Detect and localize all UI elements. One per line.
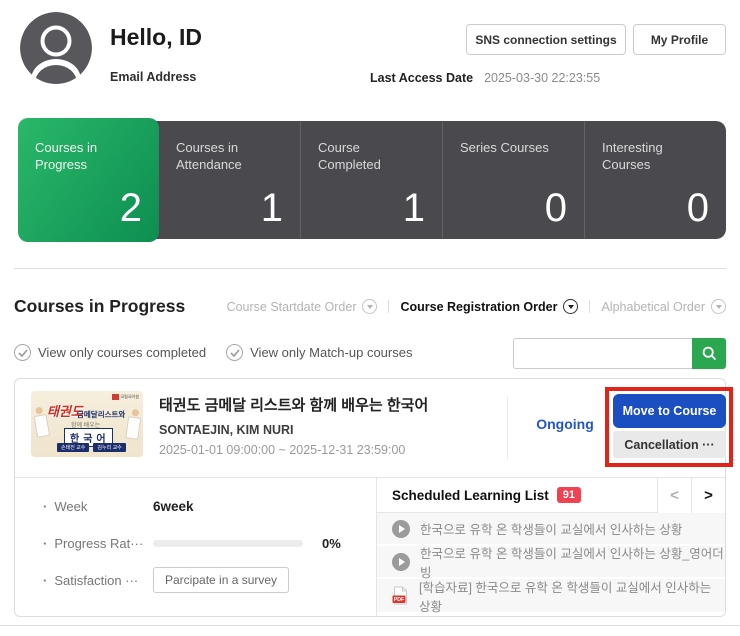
scheduled-learning-header: Scheduled Learning List 91 < > bbox=[377, 477, 725, 513]
check-circle-icon bbox=[226, 344, 244, 361]
stat-courses-in-attendance[interactable]: Courses in Attendance 1 bbox=[159, 121, 300, 239]
sort-alphabetical-order[interactable]: Alphabetical Order bbox=[601, 299, 726, 314]
filter-completed-checkbox[interactable]: View only courses completed bbox=[14, 344, 206, 361]
course-status-badge: Ongoing bbox=[536, 416, 594, 432]
schedule-item[interactable]: PDF [학습자료] 한국으로 유학 온 학생들이 교실에서 인사하는 상황 bbox=[377, 579, 725, 614]
page-bottom-divider bbox=[0, 625, 740, 626]
satisfaction-row: Satisfaction ··· Parcipate in a survey bbox=[43, 567, 376, 593]
count-badge: 91 bbox=[556, 487, 582, 503]
sns-settings-button[interactable]: SNS connection settings bbox=[466, 24, 626, 55]
play-icon bbox=[392, 519, 410, 538]
sort-startdate-order[interactable]: Course Startdate Order bbox=[227, 299, 378, 314]
cancellation-button[interactable]: Cancellation ··· bbox=[613, 431, 726, 458]
my-page: Hello, ID Email Address SNS connection s… bbox=[0, 0, 740, 636]
filter-row: View only courses completed View only Ma… bbox=[14, 344, 412, 361]
user-silhouette-icon bbox=[20, 12, 92, 84]
progress-row: Progress Rat··· 0% bbox=[43, 531, 376, 555]
prev-page-button[interactable]: < bbox=[657, 477, 691, 513]
stat-value: 0 bbox=[544, 186, 567, 230]
next-page-button[interactable]: > bbox=[691, 477, 725, 513]
week-value: 6week bbox=[153, 498, 194, 514]
stats-bar: Courses in Progress 2 Courses in Attenda… bbox=[18, 118, 726, 242]
last-access-value: 2025-03-30 22:23:55 bbox=[484, 71, 601, 85]
stat-courses-in-progress[interactable]: Courses in Progress 2 bbox=[18, 118, 159, 242]
stat-value: 1 bbox=[402, 186, 425, 230]
progress-percent: 0% bbox=[322, 535, 341, 551]
play-icon bbox=[392, 552, 410, 571]
course-detail-panel: Week 6week Progress Rat··· 0% Satisfacti… bbox=[15, 478, 376, 616]
stat-value: 2 bbox=[119, 186, 142, 230]
search-icon bbox=[702, 346, 716, 361]
sort-separator bbox=[388, 300, 390, 313]
search-input[interactable] bbox=[513, 338, 692, 369]
last-access-label: Last Access Date bbox=[370, 71, 474, 85]
schedule-item[interactable]: 한국으로 유학 온 학생들이 교실에서 인사하는 상황 bbox=[377, 513, 725, 546]
thumbnail-logo: 국립국어원 bbox=[111, 394, 139, 400]
filter-matchup-checkbox[interactable]: View only Match-up courses bbox=[226, 344, 412, 361]
stat-value: 1 bbox=[260, 186, 283, 230]
chevron-down-icon bbox=[563, 299, 579, 314]
stat-value: 0 bbox=[686, 186, 709, 230]
avatar bbox=[20, 12, 92, 84]
schedule-pagination: < > bbox=[657, 477, 725, 513]
last-access: Last Access Date 2025-03-30 22:23:55 bbox=[370, 71, 600, 85]
course-instructors: SONTAEJIN, KIM NURI bbox=[159, 423, 294, 437]
check-circle-icon bbox=[14, 344, 31, 361]
email-address: Email Address bbox=[110, 70, 197, 84]
scheduled-learning-title: Scheduled Learning List bbox=[392, 487, 549, 503]
schedule-item[interactable]: 한국으로 유학 온 학생들이 교실에서 인사하는 상황_영어더빙 bbox=[377, 546, 725, 580]
sort-options: Course Startdate Order Course Registrati… bbox=[227, 299, 726, 314]
svg-text:PDF: PDF bbox=[394, 597, 404, 603]
stat-course-completed[interactable]: Course Completed 1 bbox=[300, 121, 442, 239]
week-row: Week 6week bbox=[43, 494, 376, 518]
survey-button[interactable]: Parcipate in a survey bbox=[153, 567, 290, 593]
pdf-icon: PDF bbox=[392, 586, 407, 605]
course-search bbox=[513, 338, 726, 369]
course-period: 2025-01-01 09:00:00 ~ 2025-12-31 23:59:0… bbox=[159, 443, 406, 457]
section-divider bbox=[14, 268, 726, 269]
course-title[interactable]: 태권도 금메달 리스트와 함께 배우는 한국어 bbox=[159, 394, 428, 415]
move-to-course-button[interactable]: Move to Course bbox=[613, 394, 726, 428]
course-thumbnail[interactable]: 국립국어원 태권도 금메달리스트와 함께 배우는 한국어 손태진 교수 김누리 … bbox=[31, 391, 143, 457]
search-button[interactable] bbox=[692, 338, 726, 369]
my-profile-button[interactable]: My Profile bbox=[633, 24, 726, 55]
sort-separator bbox=[589, 300, 591, 313]
sort-registration-order[interactable]: Course Registration Order bbox=[400, 299, 579, 314]
scheduled-learning-panel: Scheduled Learning List 91 < > 한국으로 유학 온… bbox=[376, 477, 725, 616]
section-title: Courses in Progress bbox=[14, 296, 186, 316]
chevron-down-icon bbox=[711, 299, 726, 314]
card-divider bbox=[507, 396, 508, 460]
chevron-down-icon bbox=[362, 299, 378, 314]
stat-interesting-courses[interactable]: Interesting Courses 0 bbox=[584, 121, 726, 239]
annotation-highlight-box: Move to Course Cancellation ··· bbox=[605, 387, 733, 467]
taekwondo-figure-right bbox=[123, 408, 143, 444]
page-greeting: Hello, ID bbox=[110, 24, 203, 50]
progress-bar bbox=[153, 539, 303, 547]
stat-series-courses[interactable]: Series Courses 0 bbox=[442, 121, 584, 239]
